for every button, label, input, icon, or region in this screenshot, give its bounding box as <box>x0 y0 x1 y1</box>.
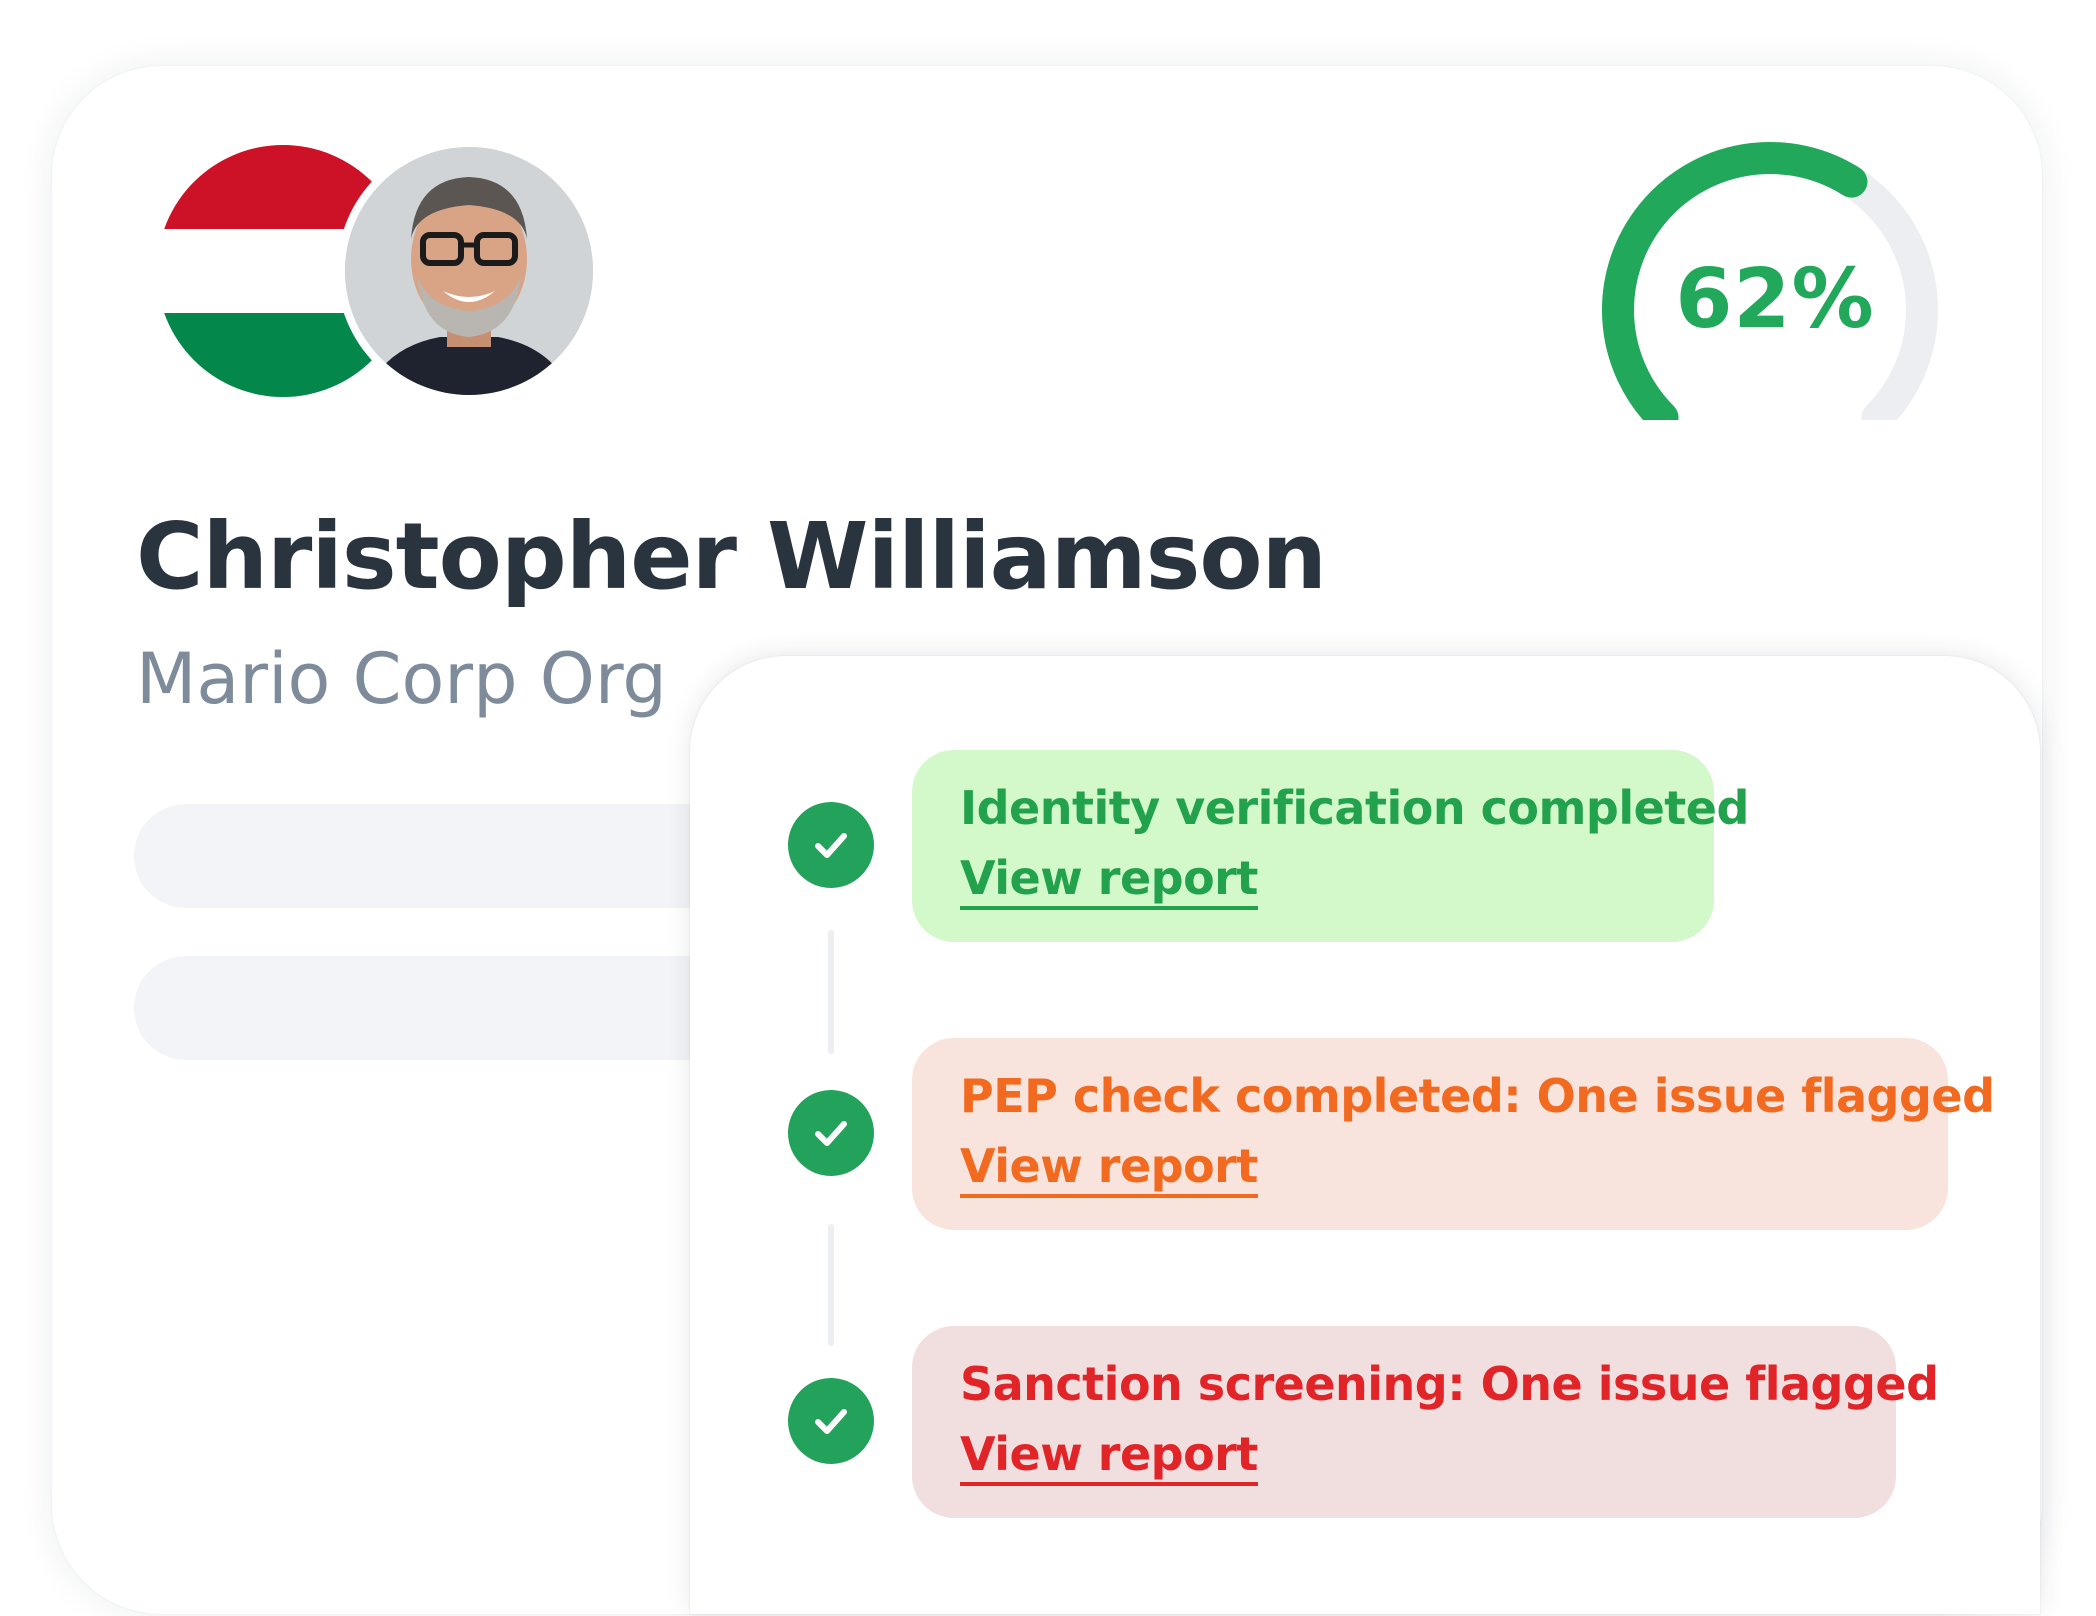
sanction-screening-title: Sanction screening: One issue flagged <box>960 1357 1939 1411</box>
avatar-photo <box>345 147 593 395</box>
check-circle-icon <box>788 1378 874 1464</box>
person-avatar-icon <box>345 147 593 395</box>
score-value: 62% <box>1675 252 1875 347</box>
screen: 62% Christopher Williamson Mario Corp Or… <box>0 0 2096 1616</box>
pep-view-report-link[interactable]: View report <box>960 1138 1258 1198</box>
check-circle-icon <box>788 1090 874 1176</box>
sanction-view-report-link[interactable]: View report <box>960 1426 1258 1486</box>
identity-verification-card: Identity verification completed View rep… <box>912 750 1749 942</box>
identity-verification-title: Identity verification completed <box>960 781 1749 835</box>
timeline-connector <box>828 930 834 1054</box>
placeholder-bar <box>134 956 774 1060</box>
placeholder-bar <box>134 804 774 908</box>
pep-check-title: PEP check completed: One issue flagged <box>960 1069 1995 1123</box>
timeline-connector <box>828 1224 834 1346</box>
organization-name: Mario Corp Org <box>136 638 667 720</box>
check-circle-icon <box>788 802 874 888</box>
sanction-screening-card: Sanction screening: One issue flagged Vi… <box>912 1326 1939 1518</box>
pep-check-card: PEP check completed: One issue flagged V… <box>912 1038 1995 1230</box>
avatar <box>337 139 601 403</box>
person-name: Christopher Williamson <box>136 503 1327 610</box>
identity-view-report-link[interactable]: View report <box>960 850 1258 910</box>
